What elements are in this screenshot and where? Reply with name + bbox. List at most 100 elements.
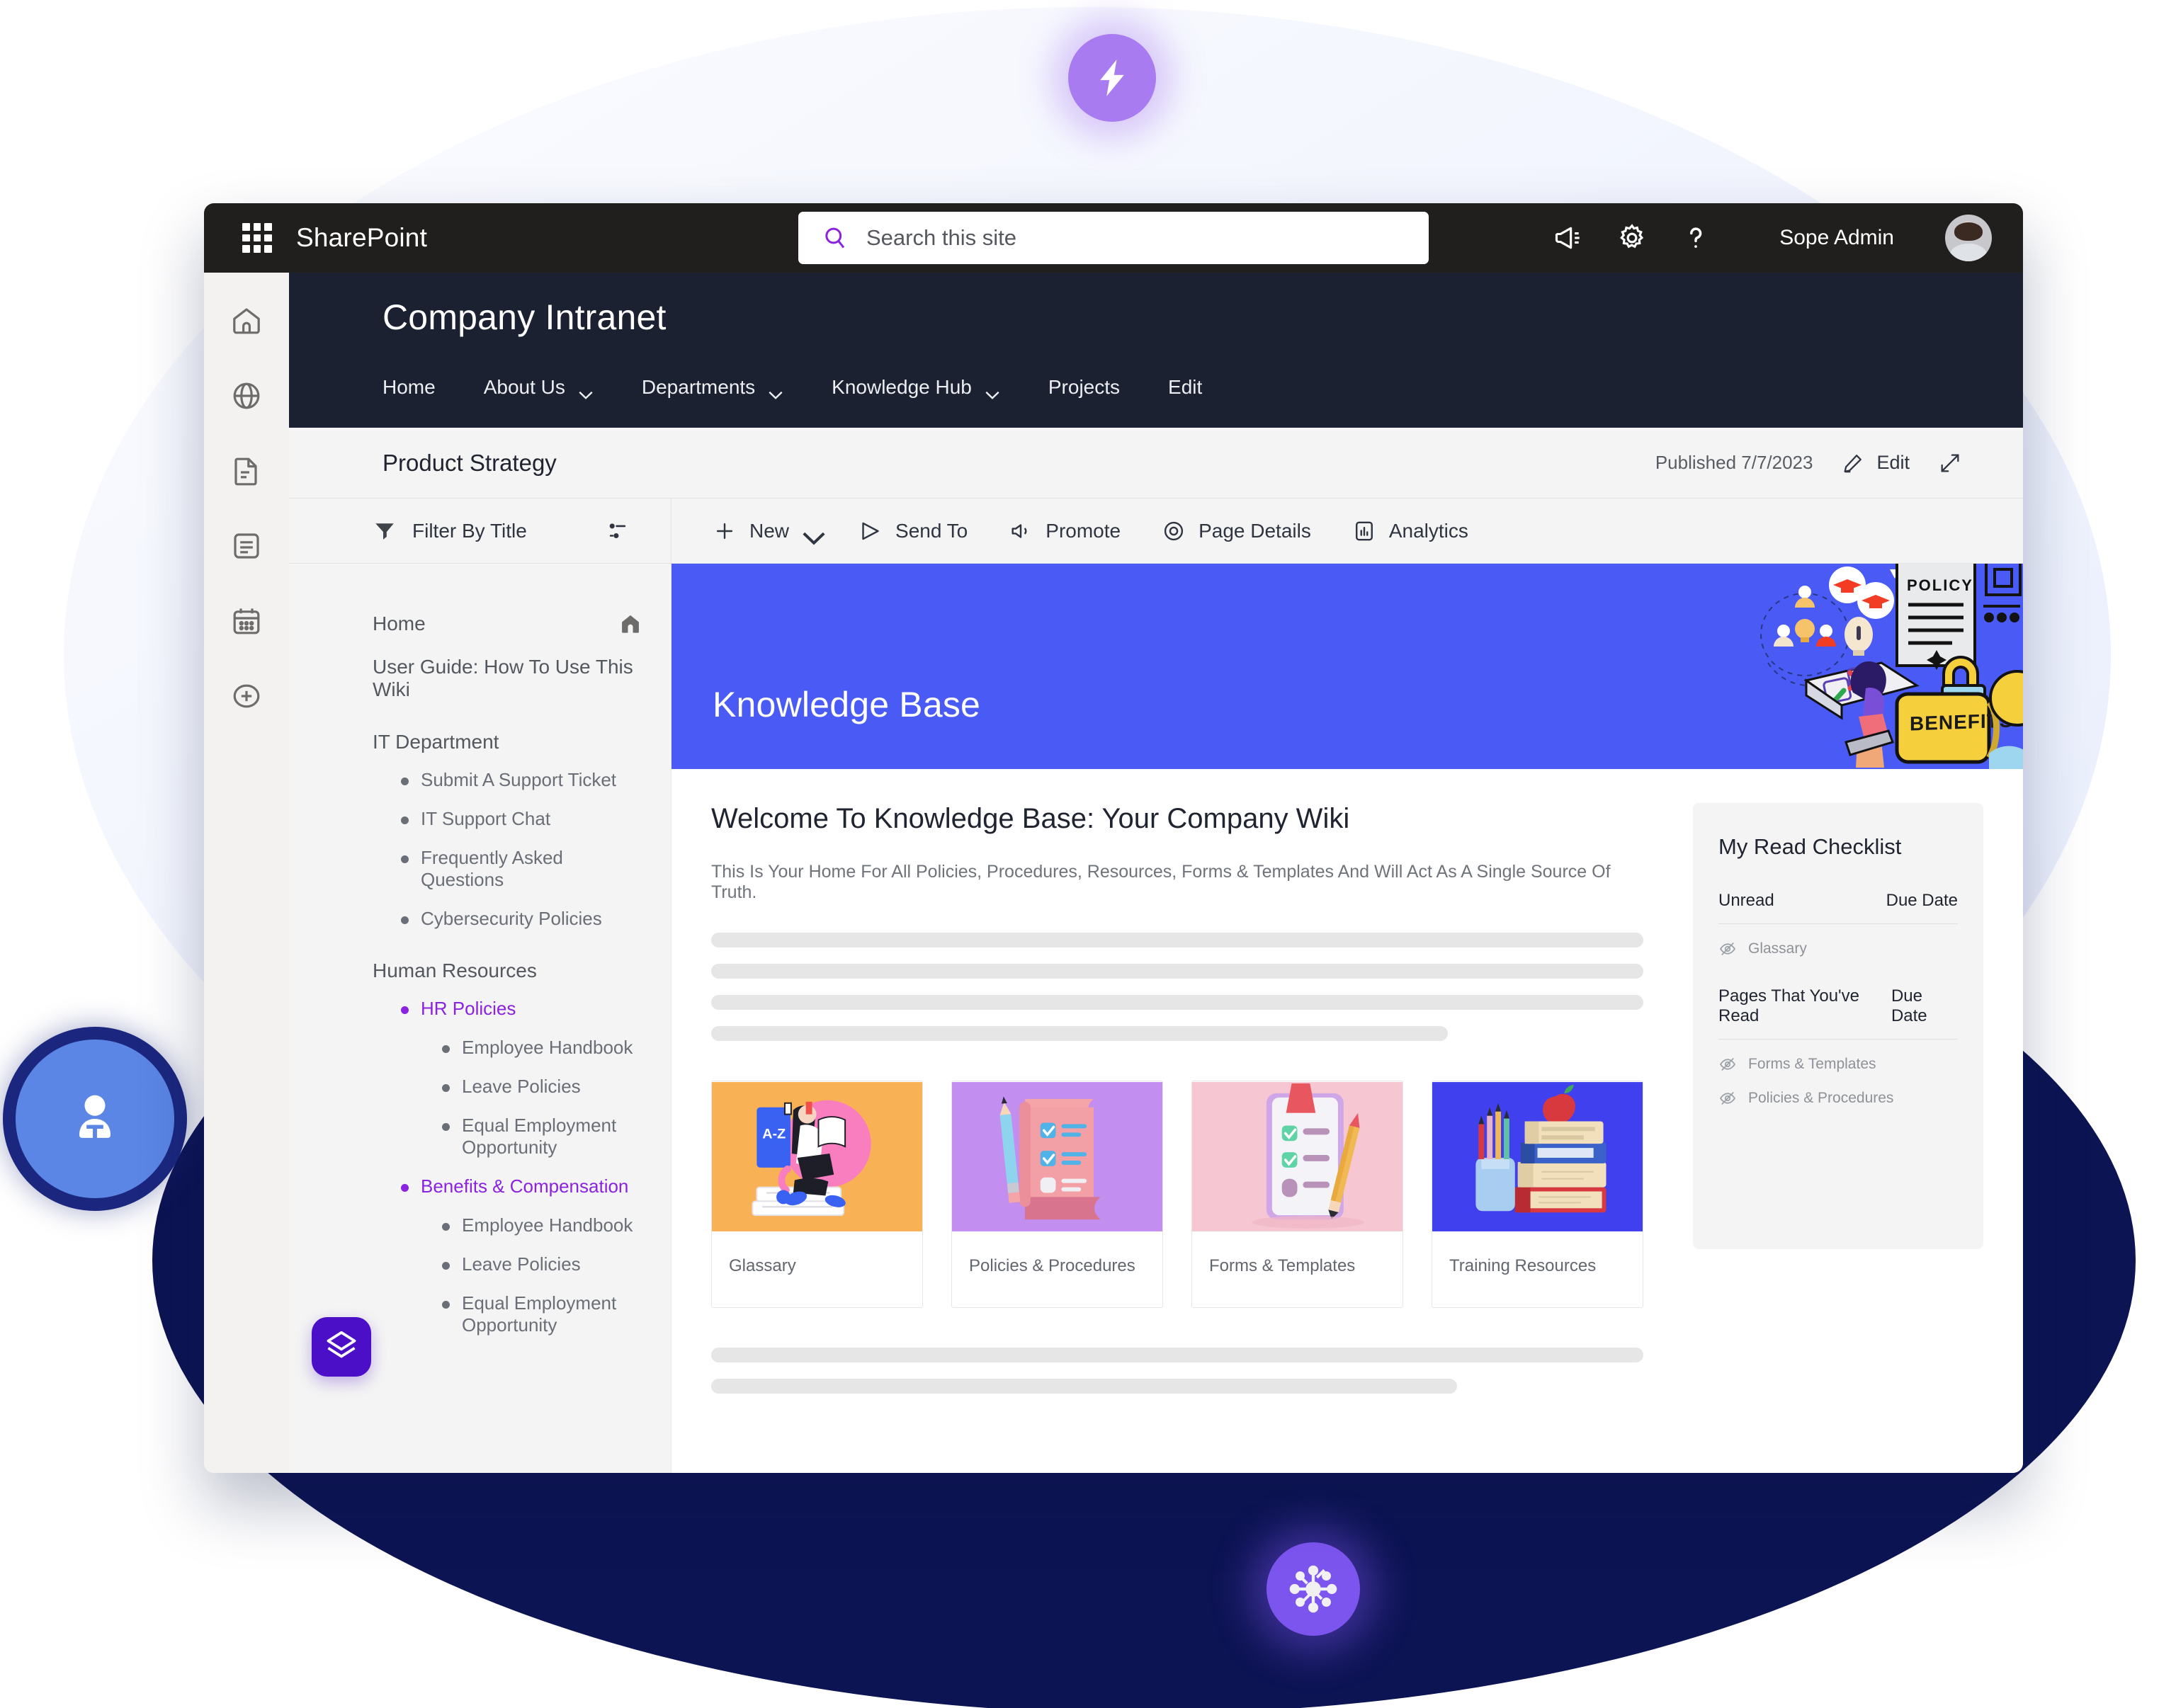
- home-icon[interactable]: [230, 304, 264, 338]
- nav-item-knowledge-hub[interactable]: Knowledge Hub: [832, 366, 1024, 409]
- tree-item-leave-policies[interactable]: Leave Policies: [439, 1076, 642, 1098]
- home-filled-icon: [618, 612, 642, 636]
- az-book-illustration: A-Z: [712, 1082, 922, 1231]
- card-policies-procedures[interactable]: Policies & Procedures: [951, 1081, 1163, 1308]
- tree-item-employee-handbook[interactable]: Employee Handbook: [439, 1214, 642, 1236]
- expand-icon: [1941, 454, 1959, 472]
- tree-item-home[interactable]: Home: [373, 612, 642, 636]
- analytics-button[interactable]: Analytics: [1352, 519, 1468, 543]
- app-launcher-icon[interactable]: [242, 223, 272, 253]
- checklist-item-label: Forms & Templates: [1748, 1056, 1876, 1072]
- analytics-icon: [1355, 521, 1373, 540]
- nav-label: Edit: [1168, 376, 1203, 398]
- checklist-title: My Read Checklist: [1718, 834, 1902, 859]
- tree-list-hr: HR Policies Employee Handbook Leave Poli…: [398, 998, 642, 1336]
- help-icon[interactable]: [1680, 222, 1711, 254]
- nav-label: About Us: [483, 376, 565, 398]
- nav-item-about-us[interactable]: About Us: [484, 366, 618, 409]
- my-read-checklist-panel: My Read Checklist Unread Due Date Glassa…: [1693, 803, 1983, 1249]
- sharepoint-brand[interactable]: SharePoint: [296, 223, 427, 253]
- sort-options-icon[interactable]: [606, 519, 630, 543]
- command-bar-actions: New Send To Promote Page Details Analyti…: [672, 519, 1468, 545]
- new-button[interactable]: New: [713, 519, 825, 545]
- hero-title: Knowledge Base: [713, 685, 981, 724]
- checklist-unread-header: Unread Due Date: [1718, 891, 1958, 924]
- skeleton-block-top: [711, 933, 1643, 1041]
- tree-item-submit-ticket[interactable]: Submit A Support Ticket: [398, 769, 642, 791]
- person-icon: [79, 1095, 111, 1139]
- resource-cards: A-Z Glassary Policies & Procedures Forms…: [711, 1081, 1643, 1308]
- card-forms-templates[interactable]: Forms & Templates: [1191, 1081, 1403, 1308]
- globe-icon[interactable]: [230, 379, 264, 413]
- checklist-item-forms-templates[interactable]: Forms & Templates: [1718, 1040, 1958, 1074]
- new-label: New: [749, 519, 790, 542]
- site-search-box[interactable]: [798, 212, 1429, 264]
- card-image: [1432, 1081, 1643, 1232]
- tree-home-label: Home: [373, 613, 426, 634]
- card-label: Forms & Templates: [1209, 1256, 1356, 1275]
- filter-by-title-button[interactable]: Filter By Title: [373, 519, 527, 543]
- icon-rail: [204, 273, 289, 1473]
- search-input[interactable]: [866, 212, 1429, 264]
- nav-item-projects[interactable]: Projects: [1048, 366, 1144, 409]
- tree-item-user-guide[interactable]: User Guide: How To Use This Wiki: [373, 656, 642, 701]
- tree-item-faq[interactable]: Frequently Asked Questions: [398, 847, 642, 891]
- card-label: Policies & Procedures: [969, 1256, 1135, 1275]
- tree-item-benefits-compensation[interactable]: Benefits & Compensation Employee Handboo…: [398, 1175, 642, 1336]
- nav-item-departments[interactable]: Departments: [642, 366, 808, 409]
- tree-item-leave-policies[interactable]: Leave Policies: [439, 1253, 642, 1275]
- promote-button[interactable]: Promote: [1009, 519, 1121, 543]
- tree-item-employee-handbook[interactable]: Employee Handbook: [439, 1037, 642, 1059]
- tree-group-human-resources[interactable]: Human Resources: [373, 960, 642, 982]
- main-region: Home User Guide: How To Use This Wiki IT…: [289, 564, 2023, 1473]
- document-icon[interactable]: [230, 454, 264, 488]
- nav-item-edit[interactable]: Edit: [1168, 366, 1226, 409]
- gear-icon[interactable]: [1616, 222, 1648, 254]
- filter-label: Filter By Title: [412, 519, 527, 542]
- welcome-heading: Welcome To Knowledge Base: Your Company …: [711, 803, 1350, 834]
- card-image: A-Z: [712, 1081, 922, 1232]
- page-header-actions: Published 7/7/2023 Edit: [1655, 451, 1962, 475]
- site-nav: Home About Us Departments Knowledge Hub …: [382, 366, 2023, 409]
- tree-item-equal-employment-opportunity[interactable]: Equal Employment Opportunity: [439, 1115, 642, 1158]
- tree-item-equal-employment-opportunity[interactable]: Equal Employment Opportunity: [439, 1292, 642, 1336]
- page-details-button[interactable]: Page Details: [1162, 519, 1311, 543]
- send-to-button[interactable]: Send To: [858, 519, 968, 543]
- megaphone-icon[interactable]: [1553, 222, 1584, 254]
- eye-off-icon: [1720, 1057, 1735, 1071]
- nav-item-home[interactable]: Home: [382, 366, 460, 409]
- edit-page-button[interactable]: Edit: [1841, 451, 1910, 475]
- calendar-icon[interactable]: [230, 604, 264, 638]
- eye-off-icon: [1720, 1091, 1735, 1105]
- card-image: [952, 1081, 1162, 1232]
- tree-item-cybersecurity-policies[interactable]: Cybersecurity Policies: [398, 908, 642, 930]
- expand-page-button[interactable]: [1938, 451, 1962, 475]
- checklist-item-glassary[interactable]: Glassary: [1718, 924, 1958, 958]
- tree-item-it-support-chat[interactable]: IT Support Chat: [398, 808, 642, 830]
- sharepoint-window: SharePoint Search this site Sope Admin C…: [204, 203, 2023, 1473]
- avatar[interactable]: [1945, 215, 1992, 261]
- tree-group-it-department[interactable]: IT Department: [373, 731, 642, 753]
- list-icon[interactable]: [230, 529, 264, 563]
- content-inner: Welcome To Knowledge Base: Your Company …: [672, 769, 2023, 1410]
- user-name[interactable]: Sope Admin: [1779, 226, 1894, 250]
- plus-icon: [716, 523, 733, 539]
- unread-label: Unread: [1718, 891, 1774, 910]
- card-label: Glassary: [729, 1256, 796, 1275]
- card-glassary[interactable]: A-Z Glassary: [711, 1081, 923, 1308]
- add-icon[interactable]: [230, 679, 264, 713]
- send-icon: [862, 522, 879, 540]
- tree-item-hr-policies[interactable]: HR Policies Employee Handbook Leave Poli…: [398, 998, 642, 1158]
- card-label: Training Resources: [1449, 1256, 1597, 1275]
- tree-item-label: HR Policies: [421, 998, 516, 1019]
- tree-list-it: Submit A Support Ticket IT Support Chat …: [398, 769, 642, 930]
- network-node-icon: [1289, 1565, 1337, 1613]
- checklist-item-policies-procedures[interactable]: Policies & Procedures: [1718, 1074, 1958, 1108]
- published-status: Published 7/7/2023: [1655, 452, 1813, 473]
- search-icon: [825, 227, 845, 249]
- checklist-read-header: Pages That You've Read Due Date: [1718, 986, 1958, 1040]
- card-training-resources[interactable]: Training Resources: [1432, 1081, 1643, 1308]
- scroll-checklist-illustration: [952, 1082, 1162, 1231]
- network-node-badge: [1266, 1542, 1360, 1636]
- promote-label: Promote: [1046, 519, 1121, 542]
